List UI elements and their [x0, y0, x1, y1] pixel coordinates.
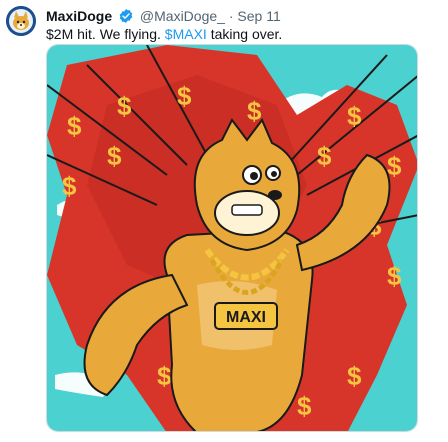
- post-date[interactable]: Sep 11: [237, 8, 280, 24]
- svg-text:$: $: [347, 361, 362, 391]
- verified-badge-icon: [118, 8, 134, 28]
- svg-text:$: $: [67, 111, 82, 141]
- svg-text:$: $: [347, 101, 362, 131]
- avatar-image: [6, 6, 36, 36]
- text-before: $2M hit. We flying.: [46, 26, 165, 42]
- svg-text:$: $: [317, 141, 332, 171]
- author-name[interactable]: MaxiDoge: [46, 8, 112, 24]
- tweet-text: $2M hit. We flying. $MAXI taking over.: [46, 26, 282, 43]
- avatar[interactable]: [6, 6, 36, 36]
- svg-text:$: $: [387, 261, 402, 291]
- tweet-media-image[interactable]: $$$ $$$ $$$ $$$ $$$ $: [46, 44, 418, 432]
- separator: ·: [228, 8, 234, 24]
- tweet-header: MaxiDoge @MaxiDoge_ · Sep 11: [46, 8, 281, 28]
- cashtag-link[interactable]: $MAXI: [165, 26, 207, 42]
- svg-text:$: $: [297, 391, 312, 421]
- doge-illustration: $$$ $$$ $$$ $$$ $$$ $: [47, 45, 417, 431]
- svg-text:$: $: [177, 81, 192, 111]
- svg-text:$: $: [157, 361, 172, 391]
- svg-text:$: $: [107, 141, 122, 171]
- tweet: MaxiDoge @MaxiDoge_ · Sep 11 $2M hit. We…: [0, 0, 448, 442]
- svg-text:$: $: [62, 171, 77, 201]
- chain-plate-text: MAXI: [226, 309, 266, 326]
- svg-text:$: $: [117, 91, 132, 121]
- text-after: taking over.: [206, 26, 283, 42]
- author-handle[interactable]: @MaxiDoge_: [140, 8, 225, 24]
